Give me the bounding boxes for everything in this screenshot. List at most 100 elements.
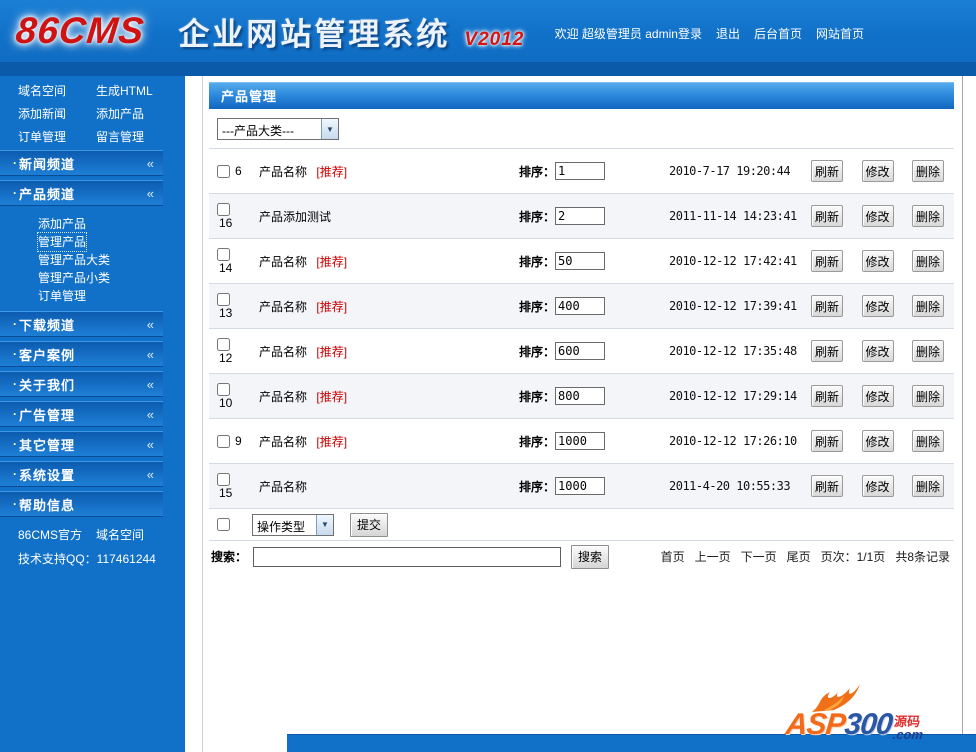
sort-label: 排序： (519, 344, 556, 359)
sidebar-item-help-info[interactable]: · 帮助信息 (0, 491, 163, 517)
sidebar: 域名空间 生成HTML 添加新闻 添加产品 订单管理 留言管理 · 新闻频道 «… (0, 76, 185, 752)
product-name[interactable]: 产品名称 (259, 300, 307, 314)
select-all-checkbox[interactable] (217, 518, 230, 531)
quick-link-add-news[interactable]: 添加新闻 (18, 105, 96, 122)
product-name[interactable]: 产品添加测试 (259, 210, 331, 224)
quick-link-domain[interactable]: 域名空间 (18, 82, 96, 99)
delete-button[interactable]: 删除 (912, 385, 944, 407)
product-name[interactable]: 产品名称 (259, 345, 307, 359)
modify-button[interactable]: 修改 (861, 295, 894, 317)
modify-button[interactable]: 修改 (861, 250, 894, 272)
delete-button[interactable]: 删除 (912, 430, 944, 452)
delete-button[interactable]: 删除 (912, 340, 944, 362)
modify-button[interactable]: 修改 (861, 475, 894, 497)
first-page-link[interactable]: 首页 (661, 548, 685, 565)
product-name[interactable]: 产品名称 (259, 435, 307, 449)
next-page-link[interactable]: 下一页 (741, 548, 777, 565)
sidebar-item-system-settings[interactable]: · 系统设置 « (0, 461, 163, 487)
refresh-button[interactable]: 刷新 (811, 475, 843, 497)
row-date: 2010-12-12 17:35:48 (669, 344, 797, 358)
chevron-down-icon: ▼ (316, 514, 333, 535)
product-name[interactable]: 产品名称 (259, 255, 307, 269)
product-name[interactable]: 产品名称 (259, 165, 307, 179)
search-button[interactable]: 搜索 (571, 544, 610, 569)
admin-home-link[interactable]: 后台首页 (754, 25, 802, 42)
sort-input[interactable] (555, 207, 606, 225)
row-checkbox[interactable] (217, 338, 230, 352)
sidebar-item-product-channel[interactable]: · 产品频道 « (0, 180, 163, 206)
search-input[interactable] (253, 546, 562, 567)
modify-button[interactable]: 修改 (861, 385, 894, 407)
official-site-link[interactable]: 86CMS官方 (18, 526, 96, 543)
refresh-button[interactable]: 刷新 (811, 250, 843, 272)
modify-button[interactable]: 修改 (861, 160, 894, 182)
row-id: 13 (219, 306, 233, 321)
row-checkbox[interactable] (217, 165, 230, 179)
delete-button[interactable]: 删除 (912, 205, 944, 227)
prev-page-link[interactable]: 上一页 (695, 548, 731, 565)
refresh-button[interactable]: 刷新 (811, 340, 843, 362)
recommend-tag: [推荐] (316, 164, 348, 179)
sidebar-item-other-manage[interactable]: · 其它管理 « (0, 431, 163, 457)
submenu-manage-minor-category: 管理产品小类 (38, 271, 111, 285)
modify-button[interactable]: 修改 (861, 205, 894, 227)
row-checkbox[interactable] (217, 203, 230, 217)
sort-input[interactable] (555, 297, 606, 315)
modify-button[interactable]: 修改 (861, 340, 894, 362)
row-checkbox[interactable] (217, 293, 230, 307)
category-filter-row: ---产品大类--- ▼ (209, 109, 954, 148)
delete-button[interactable]: 删除 (912, 160, 944, 182)
watermark-brand: ASP (784, 708, 847, 741)
row-checkbox[interactable] (217, 473, 230, 487)
sort-input[interactable] (555, 342, 606, 360)
refresh-button[interactable]: 刷新 (811, 430, 843, 452)
refresh-button[interactable]: 刷新 (811, 385, 843, 407)
sidebar-item-news-channel[interactable]: · 新闻频道 « (0, 150, 163, 176)
logout-link[interactable]: 退出 (716, 25, 740, 42)
refresh-button[interactable]: 刷新 (811, 295, 843, 317)
operation-type-select[interactable]: 操作类型 ▼ (252, 513, 334, 536)
delete-button[interactable]: 删除 (912, 250, 944, 272)
delete-button[interactable]: 删除 (912, 295, 944, 317)
row-date: 2010-12-12 17:39:41 (669, 299, 797, 313)
row-id: 14 (219, 261, 233, 276)
sort-input[interactable] (555, 252, 606, 270)
collapse-icon: « (146, 406, 154, 422)
category-select[interactable]: ---产品大类--- ▼ (217, 118, 339, 140)
row-select-cell: 12 (217, 337, 251, 365)
modify-button[interactable]: 修改 (861, 430, 894, 452)
chevron-down-icon: ▼ (321, 119, 338, 139)
sort-label: 排序： (519, 479, 556, 494)
last-page-link[interactable]: 尾页 (787, 548, 811, 565)
sidebar-item-ad-manage[interactable]: · 广告管理 « (0, 401, 163, 427)
page: 86CMS 企业网站管理系统 V2012 欢迎 超级管理员 admin登录 退出… (0, 0, 976, 752)
row-checkbox[interactable] (217, 435, 230, 449)
sort-input[interactable] (555, 387, 606, 405)
row-checkbox[interactable] (217, 383, 230, 397)
sort-input[interactable] (555, 477, 606, 495)
refresh-button[interactable]: 刷新 (811, 205, 843, 227)
quick-link-order-manage[interactable]: 订单管理 (18, 128, 96, 145)
quick-link-add-product[interactable]: 添加产品 (96, 105, 174, 122)
sidebar-item-customer-cases[interactable]: · 客户案例 « (0, 341, 163, 367)
domain-link[interactable]: 域名空间 (96, 526, 174, 543)
search-row: 搜索： 搜索 首页 上一页 下一页 尾页 页次：1/1页 共8条记录 (209, 540, 954, 572)
product-name[interactable]: 产品名称 (259, 480, 307, 494)
sort-input[interactable] (555, 162, 606, 180)
refresh-button[interactable]: 刷新 (811, 160, 843, 182)
row-checkbox[interactable] (217, 248, 230, 262)
sort-label: 排序： (519, 389, 556, 404)
header: 86CMS 企业网站管理系统 V2012 欢迎 超级管理员 admin登录 退出… (0, 0, 976, 62)
bullet-icon: · (13, 347, 17, 361)
delete-button[interactable]: 删除 (912, 475, 944, 497)
site-home-link[interactable]: 网站首页 (816, 25, 864, 42)
row-id: 15 (219, 486, 233, 501)
sidebar-item-about-us[interactable]: · 关于我们 « (0, 371, 163, 397)
submit-button[interactable]: 提交 (350, 512, 388, 537)
product-name[interactable]: 产品名称 (259, 390, 307, 404)
quick-link-message-manage[interactable]: 留言管理 (96, 128, 174, 145)
quick-link-generate-html[interactable]: 生成HTML (96, 82, 174, 99)
sidebar-item-download-channel[interactable]: · 下载频道 « (0, 311, 163, 337)
bullet-icon: · (13, 317, 17, 331)
sort-input[interactable] (555, 432, 606, 450)
